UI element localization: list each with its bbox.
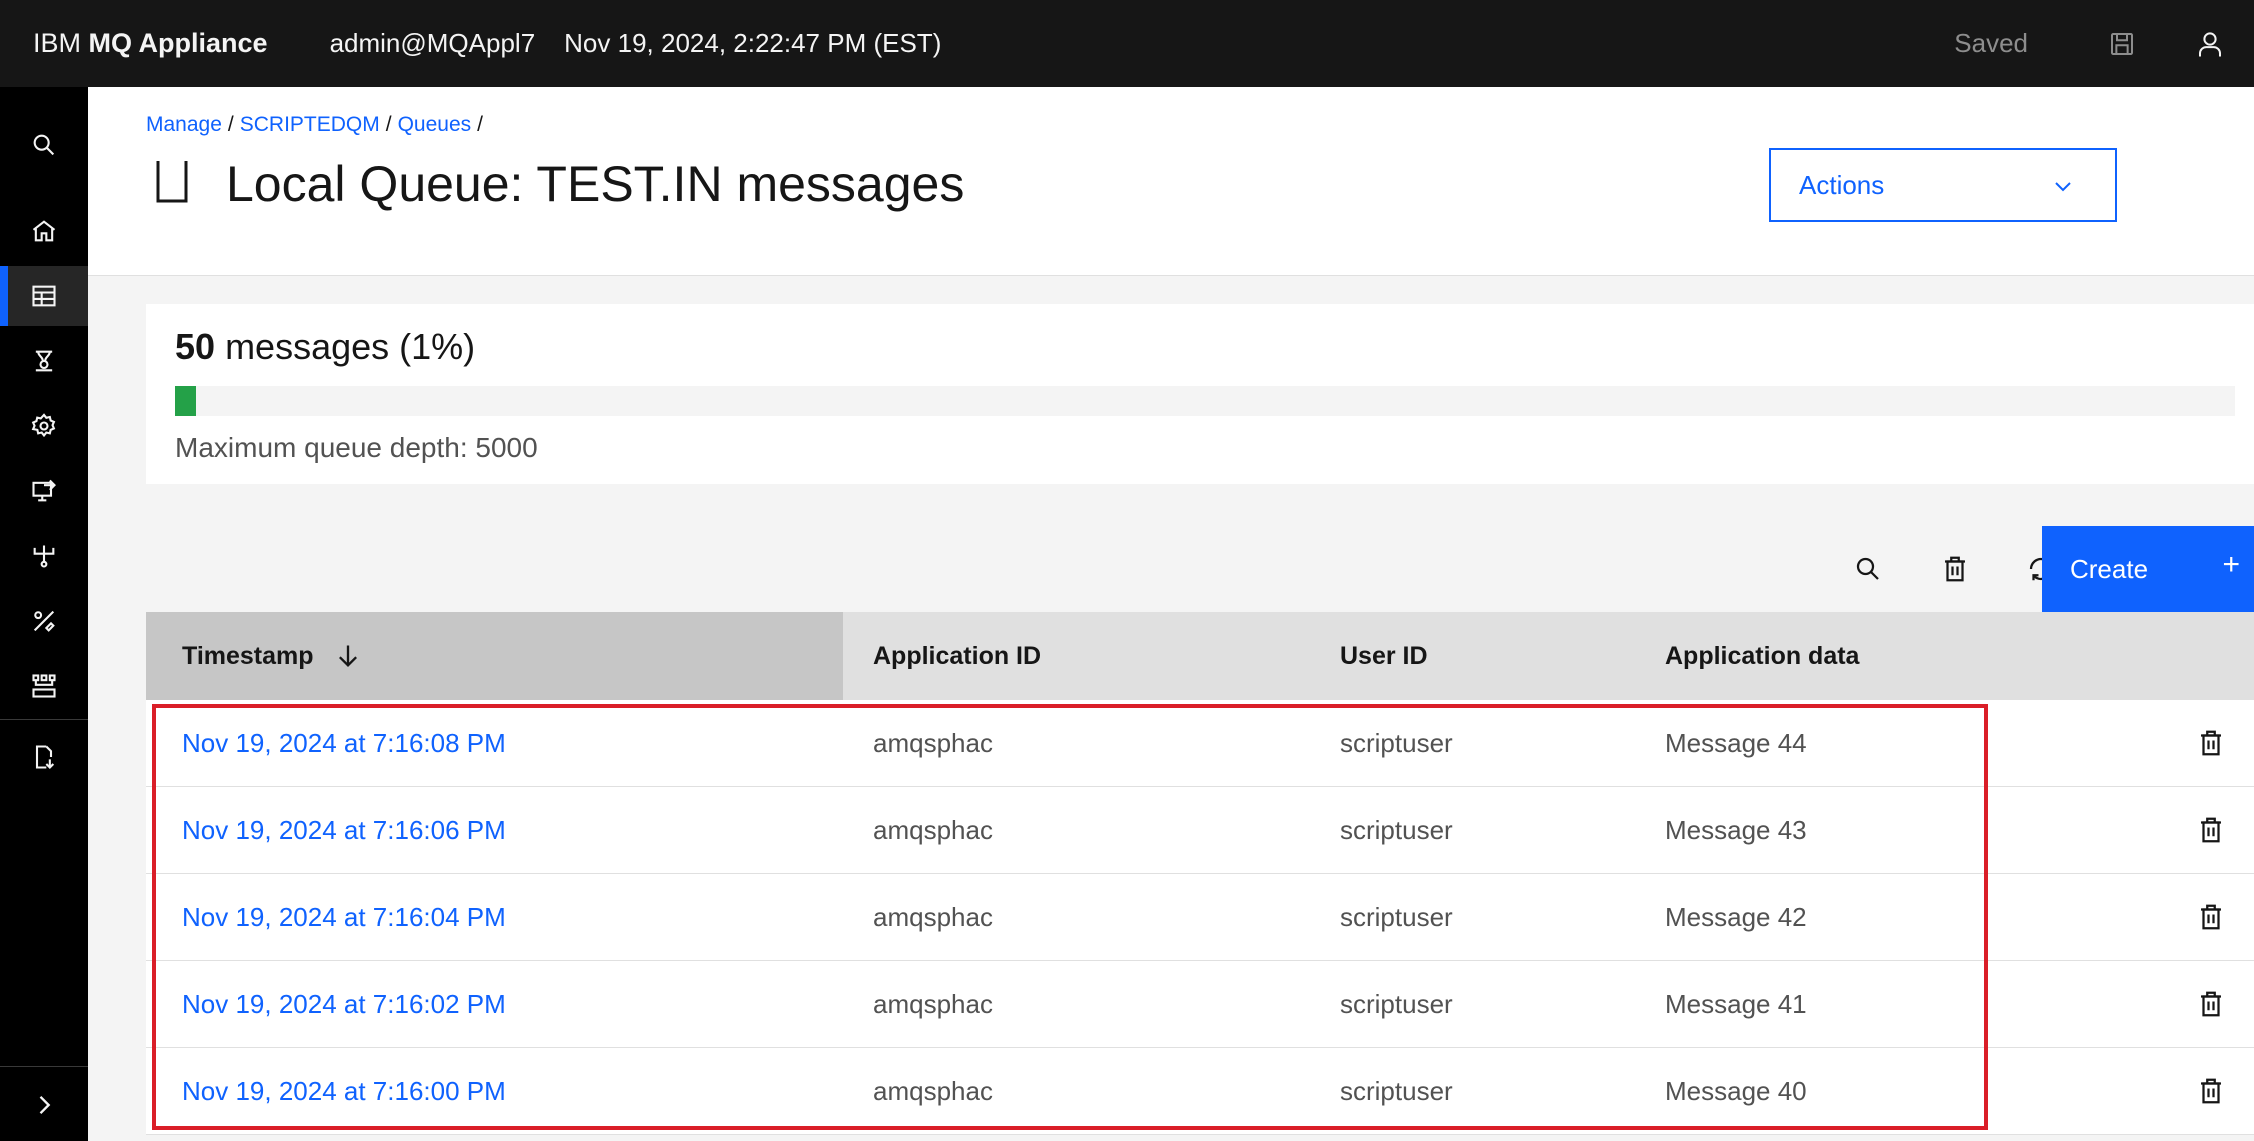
- trash-icon[interactable]: [2196, 728, 2226, 758]
- queue-depth-card: 50 messages (1%) Maximum queue depth: 50…: [146, 304, 2254, 484]
- table-toolbar: Create +: [146, 526, 2254, 612]
- gear-icon[interactable]: [0, 396, 88, 456]
- user-id-cell: scriptuser: [1340, 815, 1453, 845]
- application-id-cell: amqsphac: [873, 989, 993, 1019]
- breadcrumb: Manage / SCRIPTEDQM / Queues /: [146, 113, 483, 136]
- table-row[interactable]: Nov 19, 2024 at 7:16:02 PM amqsphac scri…: [146, 961, 2254, 1048]
- create-label: Create: [2070, 553, 2149, 584]
- sort-descending-icon: [338, 645, 357, 667]
- column-header-application-id[interactable]: Application ID: [873, 612, 1041, 700]
- application-id-cell: amqsphac: [873, 1076, 993, 1106]
- application-data-cell: Message 42: [1665, 902, 1807, 932]
- messages-table: Timestamp Application ID User ID Applica…: [146, 612, 2254, 1135]
- timestamp-link[interactable]: Nov 19, 2024 at 7:16:00 PM: [182, 1048, 506, 1135]
- table-row[interactable]: Nov 19, 2024 at 7:16:06 PM amqsphac scri…: [146, 787, 2254, 874]
- user-id-cell: scriptuser: [1340, 989, 1453, 1019]
- chevron-right-icon[interactable]: [0, 1075, 88, 1135]
- trash-icon[interactable]: [1912, 526, 1998, 612]
- chevron-down-icon: [2055, 182, 2071, 192]
- add-icon: +: [2222, 548, 2240, 581]
- column-header-user-id[interactable]: User ID: [1340, 612, 1428, 700]
- current-datetime: Nov 19, 2024, 2:22:47 PM (EST): [564, 28, 942, 58]
- trash-icon[interactable]: [2196, 1076, 2226, 1106]
- column-header-application-data[interactable]: Application data: [1665, 612, 1859, 700]
- user-id-cell: scriptuser: [1340, 728, 1453, 758]
- application-data-cell: Message 44: [1665, 728, 1807, 758]
- user-id-cell: scriptuser: [1340, 902, 1453, 932]
- table-icon[interactable]: [0, 266, 88, 326]
- message-count: 50 messages (1%): [175, 326, 475, 368]
- timestamp-link[interactable]: Nov 19, 2024 at 7:16:06 PM: [182, 787, 506, 874]
- timestamp-link[interactable]: Nov 19, 2024 at 7:16:08 PM: [182, 700, 506, 787]
- network-icon[interactable]: [0, 526, 88, 586]
- application-id-cell: amqsphac: [873, 902, 993, 932]
- application-id-cell: amqsphac: [873, 728, 993, 758]
- page-header: Manage / SCRIPTEDQM / Queues / Local Queue: T…: [88, 87, 2254, 276]
- tools-icon[interactable]: [0, 591, 88, 651]
- product-brand[interactable]: IBM MQ Appliance: [33, 28, 268, 59]
- home-icon[interactable]: [0, 201, 88, 261]
- trash-icon[interactable]: [2196, 902, 2226, 932]
- application-data-cell: Message 43: [1665, 815, 1807, 845]
- timestamp-link[interactable]: Nov 19, 2024 at 7:16:02 PM: [182, 961, 506, 1048]
- search-icon[interactable]: [0, 115, 88, 175]
- application-data-cell: Message 41: [1665, 989, 1807, 1019]
- user-id-cell: scriptuser: [1340, 1076, 1453, 1106]
- saved-status: Saved: [1954, 28, 2028, 58]
- trash-icon[interactable]: [2196, 815, 2226, 845]
- breadcrumb-queue-manager[interactable]: SCRIPTEDQM: [240, 113, 380, 136]
- queue-icon: [152, 157, 192, 207]
- table-body: Nov 19, 2024 at 7:16:08 PM amqsphac scri…: [146, 700, 2254, 1135]
- column-header-timestamp[interactable]: Timestamp: [146, 612, 843, 700]
- table-row[interactable]: Nov 19, 2024 at 7:16:00 PM amqsphac scri…: [146, 1048, 2254, 1135]
- table-row[interactable]: Nov 19, 2024 at 7:16:04 PM amqsphac scri…: [146, 874, 2254, 961]
- page-title: Local Queue: TEST.IN messages: [226, 156, 965, 212]
- table-header: Timestamp Application ID User ID Applica…: [146, 612, 2254, 700]
- save-icon[interactable]: [2078, 0, 2166, 87]
- application-data-cell: Message 40: [1665, 1076, 1807, 1106]
- user-icon[interactable]: [2166, 0, 2254, 87]
- deploy-icon[interactable]: [0, 461, 88, 521]
- brand-prefix: IBM: [33, 28, 82, 58]
- message-count-label: messages (1%): [225, 326, 476, 367]
- brand-name: MQ Appliance: [88, 28, 268, 58]
- top-header: IBM MQ Appliance admin@MQAppl7 Nov 19, 2…: [0, 0, 2254, 87]
- max-queue-depth: Maximum queue depth: 5000: [175, 432, 538, 463]
- monitor-icon[interactable]: [0, 331, 88, 391]
- timestamp-link[interactable]: Nov 19, 2024 at 7:16:04 PM: [182, 874, 506, 961]
- current-user: admin@MQAppl7: [329, 28, 536, 58]
- table-row[interactable]: Nov 19, 2024 at 7:16:08 PM amqsphac scri…: [146, 700, 2254, 787]
- export-icon[interactable]: [0, 727, 88, 787]
- create-button[interactable]: Create +: [2042, 526, 2254, 612]
- connection-icon[interactable]: [0, 656, 88, 716]
- breadcrumb-manage[interactable]: Manage: [146, 113, 222, 136]
- side-nav: [0, 87, 88, 1141]
- actions-dropdown[interactable]: Actions: [1769, 148, 2117, 222]
- queue-depth-bar: [175, 386, 2235, 416]
- trash-icon[interactable]: [2196, 989, 2226, 1019]
- breadcrumb-queues[interactable]: Queues: [398, 113, 472, 136]
- actions-label: Actions: [1799, 169, 1885, 200]
- search-icon[interactable]: [1825, 526, 1911, 612]
- queue-depth-fill: [175, 386, 196, 416]
- application-id-cell: amqsphac: [873, 815, 993, 845]
- message-count-value: 50: [175, 326, 216, 367]
